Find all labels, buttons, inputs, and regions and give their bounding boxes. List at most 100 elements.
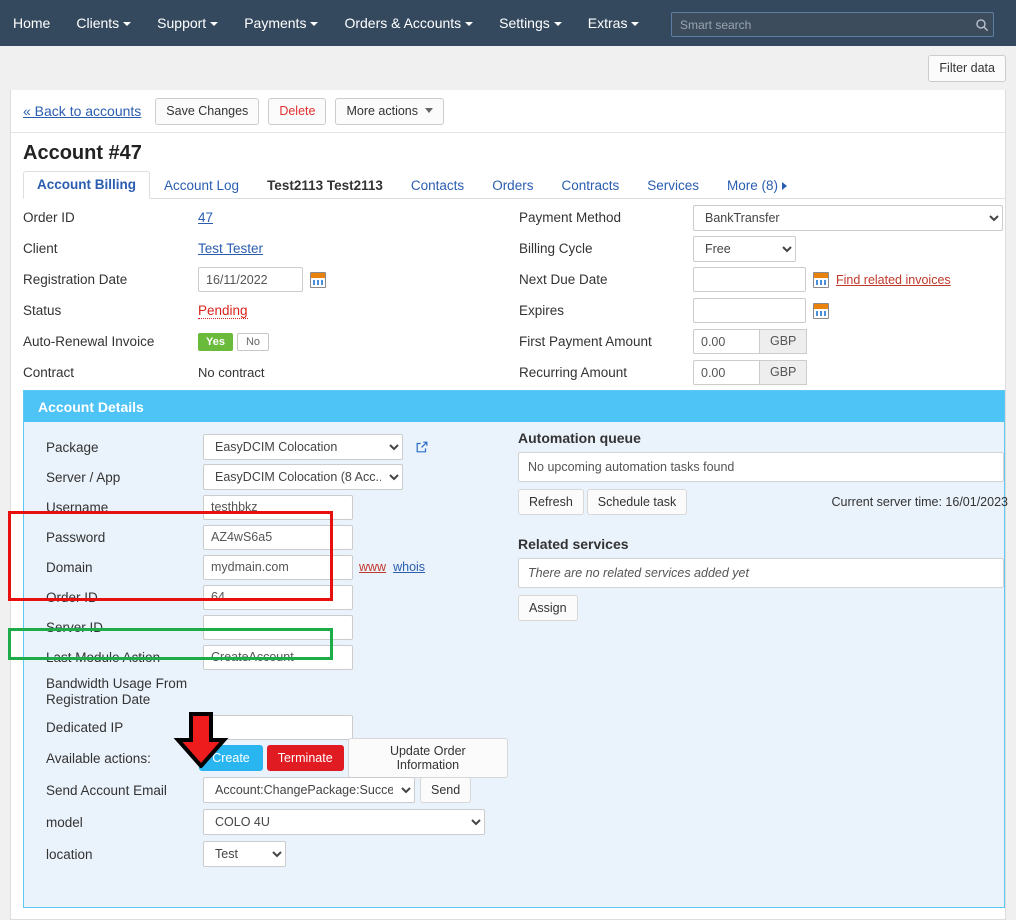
whois-link[interactable]: whois (393, 560, 425, 574)
search-input[interactable] (672, 17, 971, 32)
tab-orders[interactable]: Orders (478, 172, 547, 199)
details-right-column: Automation queue No upcoming automation … (518, 430, 1008, 621)
calendar-icon[interactable] (310, 271, 326, 288)
back-to-accounts-link[interactable]: « Back to accounts (23, 103, 141, 119)
payment-method-select[interactable]: BankTransfer (693, 204, 1003, 231)
tab-client-name-label: Test2113 Test2113 (267, 178, 383, 193)
row-details-order-id: Order ID (38, 582, 508, 612)
server-app-select[interactable]: EasyDCIM Colocation (8 Acc... (203, 464, 403, 490)
filter-data-button[interactable]: Filter data (928, 54, 1006, 82)
calendar-icon[interactable] (813, 302, 829, 319)
account-tabs: Account Billing Account Log Test2113 Tes… (23, 171, 1005, 199)
chevron-down-icon (425, 107, 434, 113)
password-input[interactable] (203, 524, 353, 550)
domain-input[interactable] (203, 554, 353, 580)
page-body: Filter data « Back to accounts Save Chan… (0, 46, 1016, 920)
tab-services[interactable]: Services (633, 172, 713, 199)
auto-renewal-no-toggle[interactable]: No (236, 332, 270, 351)
tab-contracts[interactable]: Contracts (547, 172, 633, 199)
row-expires: Expires (519, 295, 1005, 326)
nav-item-payments-label: Payments (244, 15, 307, 31)
nav-item-support-label: Support (157, 15, 207, 31)
order-id-label: Order ID (23, 210, 75, 225)
next-due-date-input[interactable] (693, 267, 806, 292)
delete-button[interactable]: Delete (268, 97, 327, 125)
find-related-invoices-link[interactable]: Find related invoices (836, 273, 951, 287)
refresh-button[interactable]: Refresh (518, 489, 584, 515)
assign-button[interactable]: Assign (518, 595, 578, 621)
location-label: location (46, 846, 93, 862)
expires-input[interactable] (693, 298, 806, 323)
schedule-task-button[interactable]: Schedule task (586, 489, 688, 515)
next-due-date-label: Next Due Date (519, 272, 608, 287)
tab-contacts[interactable]: Contacts (397, 172, 478, 199)
smart-search[interactable] (671, 12, 994, 37)
payment-method-label: Payment Method (519, 210, 622, 225)
send-email-button[interactable]: Send (420, 777, 472, 803)
tab-account-billing[interactable]: Account Billing (23, 171, 150, 199)
billing-cycle-select[interactable]: Free (693, 235, 796, 262)
server-id-input[interactable] (203, 614, 353, 640)
chevron-down-icon (631, 22, 640, 26)
create-button[interactable]: Create (199, 745, 263, 771)
tab-account-log[interactable]: Account Log (150, 172, 253, 199)
nav-item-home[interactable]: Home (0, 0, 63, 46)
update-order-information-button[interactable]: Update Order Information (347, 738, 508, 778)
client-value-link[interactable]: Test Tester (198, 241, 263, 256)
www-link[interactable]: www (359, 560, 386, 574)
tab-more[interactable]: More (8) (713, 172, 801, 199)
model-select[interactable]: COLO 4U (203, 809, 485, 835)
filter-bar: Filter data (10, 46, 1006, 90)
tab-client-name[interactable]: Test2113 Test2113 (253, 172, 397, 199)
row-status: Status Pending (23, 295, 513, 326)
row-order-id: Order ID 47 (23, 202, 513, 233)
related-services-title: Related services (518, 536, 629, 552)
package-select[interactable]: EasyDCIM Colocation (203, 434, 403, 460)
row-payment-method: Payment Method BankTransfer (519, 202, 1005, 233)
billing-right-column: Payment Method BankTransfer Billing Cycl… (519, 202, 1005, 388)
username-input[interactable] (203, 494, 353, 520)
account-details-body: Package EasyDCIM Colocation Server / App… (24, 422, 1008, 907)
order-id-value-link[interactable]: 47 (198, 210, 213, 225)
row-available-actions: Available actions: Create Terminate Upda… (38, 738, 508, 778)
nav-item-payments[interactable]: Payments (231, 0, 331, 46)
location-select[interactable]: Test (203, 841, 286, 867)
more-actions-button[interactable]: More actions (335, 97, 445, 125)
terminate-button[interactable]: Terminate (266, 745, 344, 771)
row-package: Package EasyDCIM Colocation (38, 432, 508, 462)
related-services-actions: Assign (518, 595, 1008, 621)
row-recurring-amount: Recurring Amount GBP (519, 357, 1005, 388)
last-module-action-input[interactable] (203, 644, 353, 670)
row-auto-renewal: Auto-Renewal Invoice Yes No (23, 326, 513, 357)
dedicated-ip-input[interactable] (203, 714, 353, 740)
recurring-input[interactable] (693, 360, 760, 385)
details-order-id-input[interactable] (203, 584, 353, 610)
status-badge[interactable]: Pending (198, 303, 248, 319)
billing-cycle-label: Billing Cycle (519, 241, 593, 256)
row-username: Username (38, 492, 508, 522)
nav-item-support[interactable]: Support (144, 0, 231, 46)
first-payment-input[interactable] (693, 329, 760, 354)
auto-renewal-yes-toggle[interactable]: Yes (198, 332, 233, 351)
nav-item-settings[interactable]: Settings (486, 0, 575, 46)
nav-item-clients[interactable]: Clients (63, 0, 144, 46)
calendar-icon[interactable] (813, 271, 829, 288)
server-id-label: Server ID (46, 619, 104, 635)
row-server-id: Server ID (38, 612, 508, 642)
row-next-due-date: Next Due Date Find related invoices (519, 264, 1005, 295)
search-icon[interactable] (971, 14, 993, 36)
more-actions-label: More actions (346, 103, 419, 118)
nav-item-orders-accounts[interactable]: Orders & Accounts (331, 0, 486, 46)
chevron-down-icon (210, 22, 219, 26)
nav-item-extras[interactable]: Extras (575, 0, 653, 46)
recurring-label: Recurring Amount (519, 365, 628, 380)
package-label: Package (46, 439, 99, 455)
send-account-email-select[interactable]: Account:ChangePackage:Success (203, 777, 415, 803)
external-link-icon[interactable] (415, 440, 429, 454)
row-password: Password (38, 522, 508, 552)
save-changes-button[interactable]: Save Changes (155, 97, 260, 125)
tab-more-label: More (8) (727, 178, 779, 193)
top-navbar: Home Clients Support Payments Orders & A… (0, 0, 1016, 46)
row-send-account-email: Send Account Email Account:ChangePackage… (38, 774, 508, 806)
registration-date-input[interactable] (198, 267, 303, 292)
